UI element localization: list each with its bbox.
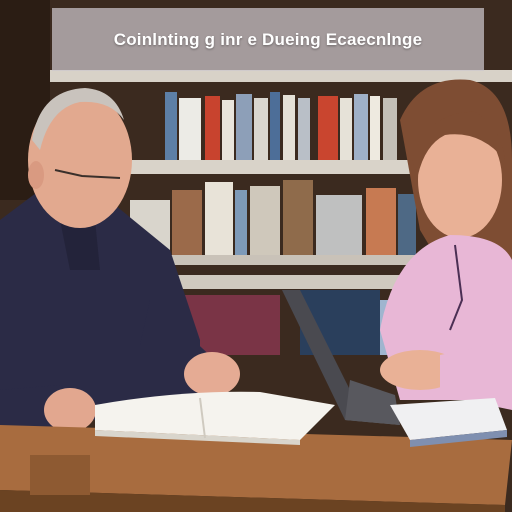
photo-scene: Coinlnting g inr e Dueing Ecaecnlnge	[0, 0, 512, 512]
caption-banner: Coinlnting g inr e Dueing Ecaecnlnge	[52, 8, 484, 71]
caption-text: Coinlnting g inr e Dueing Ecaecnlnge	[113, 29, 423, 49]
open-book	[95, 391, 335, 445]
photo-illustration	[0, 0, 512, 512]
